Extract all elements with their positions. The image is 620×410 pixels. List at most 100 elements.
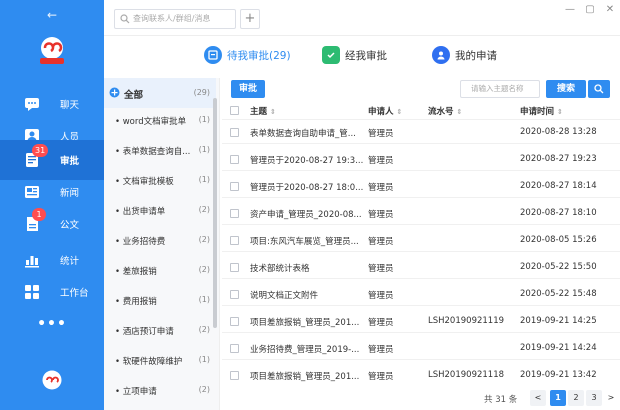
row-subject[interactable]: 业务招待费_管理员_2019-... [250,343,368,355]
tab-approved-by-me[interactable]: 经我审批 [322,44,387,66]
row-subject[interactable]: 资产申请_管理员_2020-08... [250,208,368,220]
row-checkbox[interactable] [230,155,239,164]
category-count: (29) [193,88,210,97]
category-label: • 酒店预订申请 [115,327,174,337]
category-item[interactable]: • 出货申请单 (2) [104,195,216,225]
row-time: 2019-09-21 14:24 [520,343,597,353]
category-label: • word文档审批单 [115,117,187,127]
category-item[interactable]: • 文档审批模板 (1) [104,165,216,195]
row-time: 2020-08-27 19:23 [520,154,597,164]
sort-icon: ⇕ [269,108,276,116]
add-button[interactable]: + [240,9,260,29]
category-item[interactable]: • word文档审批单 (1) [104,105,216,135]
table-row[interactable]: 资产申请_管理员_2020-08... 管理员 2020-08-27 18:10 [222,201,620,225]
table-row[interactable]: 项目差旅报销_管理员_201... 管理员 LSH20190921118 2019-0… [222,363,620,387]
prev-page-button[interactable]: < [530,390,546,406]
close-button[interactable]: ✕ [602,4,618,15]
category-count: (1) [198,295,210,304]
tab-my-applications[interactable]: 我的申请 [432,44,497,66]
nav-item-document[interactable]: 1 公文 [0,204,104,244]
next-page-button[interactable]: > [603,390,619,406]
row-applicant: 管理员 [368,129,394,139]
row-subject[interactable]: 技术部统计表格 [250,262,368,274]
category-count: (2) [198,385,210,394]
category-item[interactable]: • 软硬件故障维护 (1) [104,345,216,375]
select-all-checkbox[interactable] [230,106,239,115]
brand-logo-icon[interactable] [42,370,62,390]
category-count: (2) [198,325,210,334]
row-subject[interactable]: 管理员于2020-08-27 19:3... [250,154,368,166]
more-menu-icon[interactable]: ••• [0,316,104,336]
header-time[interactable]: 申请时间 ⇕ [520,105,616,117]
row-checkbox[interactable] [230,344,239,353]
audit-button[interactable]: 审批 [231,80,265,98]
category-scrollbar[interactable] [213,98,217,328]
row-subject[interactable]: 项目差旅报销_管理员_201... [250,316,368,328]
category-item[interactable]: • 费用报销 (1) [104,285,216,315]
category-item[interactable]: • 表单数据查询自... (1) [104,135,216,165]
category-count: (1) [198,355,210,364]
row-subject[interactable]: 说明文档正文附件 [250,289,368,301]
all-icon [109,87,120,98]
header-subject[interactable]: 主题 ⇕ [250,105,368,117]
search-button[interactable]: 搜索 [546,80,586,98]
approval-tabs: 待我审批(29) 经我审批 我的申请 [104,36,620,72]
category-count: (2) [198,205,210,214]
row-checkbox[interactable] [230,371,239,380]
maximize-button[interactable]: ▢ [582,4,598,15]
nav-item-label: 聊天 [60,100,80,111]
row-checkbox[interactable] [230,317,239,326]
table-row[interactable]: 项目差旅报销_管理员_201... 管理员 LSH20190921119 2019-0… [222,309,620,333]
minimize-button[interactable]: — [562,4,578,15]
page-button-1[interactable]: 1 [550,390,566,406]
table-header: 主题 ⇕ 申请人 ⇕ 流水号 ⇕ 申请时间 ⇕ [222,100,620,120]
row-checkbox[interactable] [230,236,239,245]
table-row[interactable]: 管理员于2020-08-27 18:0... 管理员 2020-08-27 18:1… [222,174,620,198]
category-count: (1) [198,175,210,184]
category-item[interactable]: • 酒店预订申请 (2) [104,315,216,345]
row-applicant: 管理员 [368,156,394,166]
subject-search-input[interactable]: 请输入主题名称 [460,80,540,98]
category-all[interactable]: 全部 (29) [104,78,216,108]
row-subject[interactable]: 管理员于2020-08-27 18:0... [250,181,368,193]
row-subject[interactable]: 项目:东风汽车展览_管理员... [250,235,368,247]
nav-item-workbench[interactable]: 工作台 [0,272,104,312]
table-row[interactable]: 项目:东风汽车展览_管理员... 管理员 2020-08-05 15:26 [222,228,620,252]
nav-item-label: 审批 [60,156,80,167]
tab-pending-approval[interactable]: 待我审批(29) [204,44,291,66]
table-row[interactable]: 表单数据查询自助申请_管... 管理员 2020-08-28 13:28 [222,120,620,144]
table-row[interactable]: 管理员于2020-08-27 19:3... 管理员 2020-08-27 19:2… [222,147,620,171]
approved-icon [322,46,340,64]
category-label: • 业务招待费 [115,237,166,247]
nav-item-label: 统计 [60,256,80,267]
search-icon-button[interactable] [588,80,610,98]
row-checkbox[interactable] [230,263,239,272]
row-checkbox[interactable] [230,209,239,218]
row-checkbox[interactable] [230,182,239,191]
table-row[interactable]: 技术部统计表格 管理员 2020-05-22 15:50 [222,255,620,279]
back-arrow-icon[interactable]: ← [0,0,104,30]
page-button-2[interactable]: 2 [568,390,584,406]
page-button-3[interactable]: 3 [586,390,602,406]
row-checkbox[interactable] [230,290,239,299]
row-time: 2019-09-21 14:25 [520,316,597,326]
header-serial[interactable]: 流水号 ⇕ [428,105,520,117]
row-applicant: 管理员 [368,264,394,274]
nav-item-label: 公文 [60,220,80,231]
row-subject[interactable]: 表单数据查询自助申请_管... [250,127,368,139]
header-applicant[interactable]: 申请人 ⇕ [368,105,428,117]
row-applicant: 管理员 [368,237,394,247]
table-row[interactable]: 业务招待费_管理员_2019-... 管理员 2019-09-21 14:24 [222,336,620,360]
row-serial: LSH20190921118 [428,370,505,380]
category-count: (2) [198,235,210,244]
row-applicant: 管理员 [368,183,394,193]
row-checkbox[interactable] [230,128,239,137]
category-item[interactable]: • 立项申请 (2) [104,375,216,405]
contact-search-input[interactable]: 查询联系人/群组/消息 [114,9,236,29]
category-item[interactable]: • 差旅报销 (2) [104,255,216,285]
row-time: 2020-08-05 15:26 [520,235,597,245]
chat-icon [25,98,39,111]
row-subject[interactable]: 项目差旅报销_管理员_201... [250,370,368,382]
table-row[interactable]: 说明文档正文附件 管理员 2020-05-22 15:48 [222,282,620,306]
category-item[interactable]: • 业务招待费 (2) [104,225,216,255]
